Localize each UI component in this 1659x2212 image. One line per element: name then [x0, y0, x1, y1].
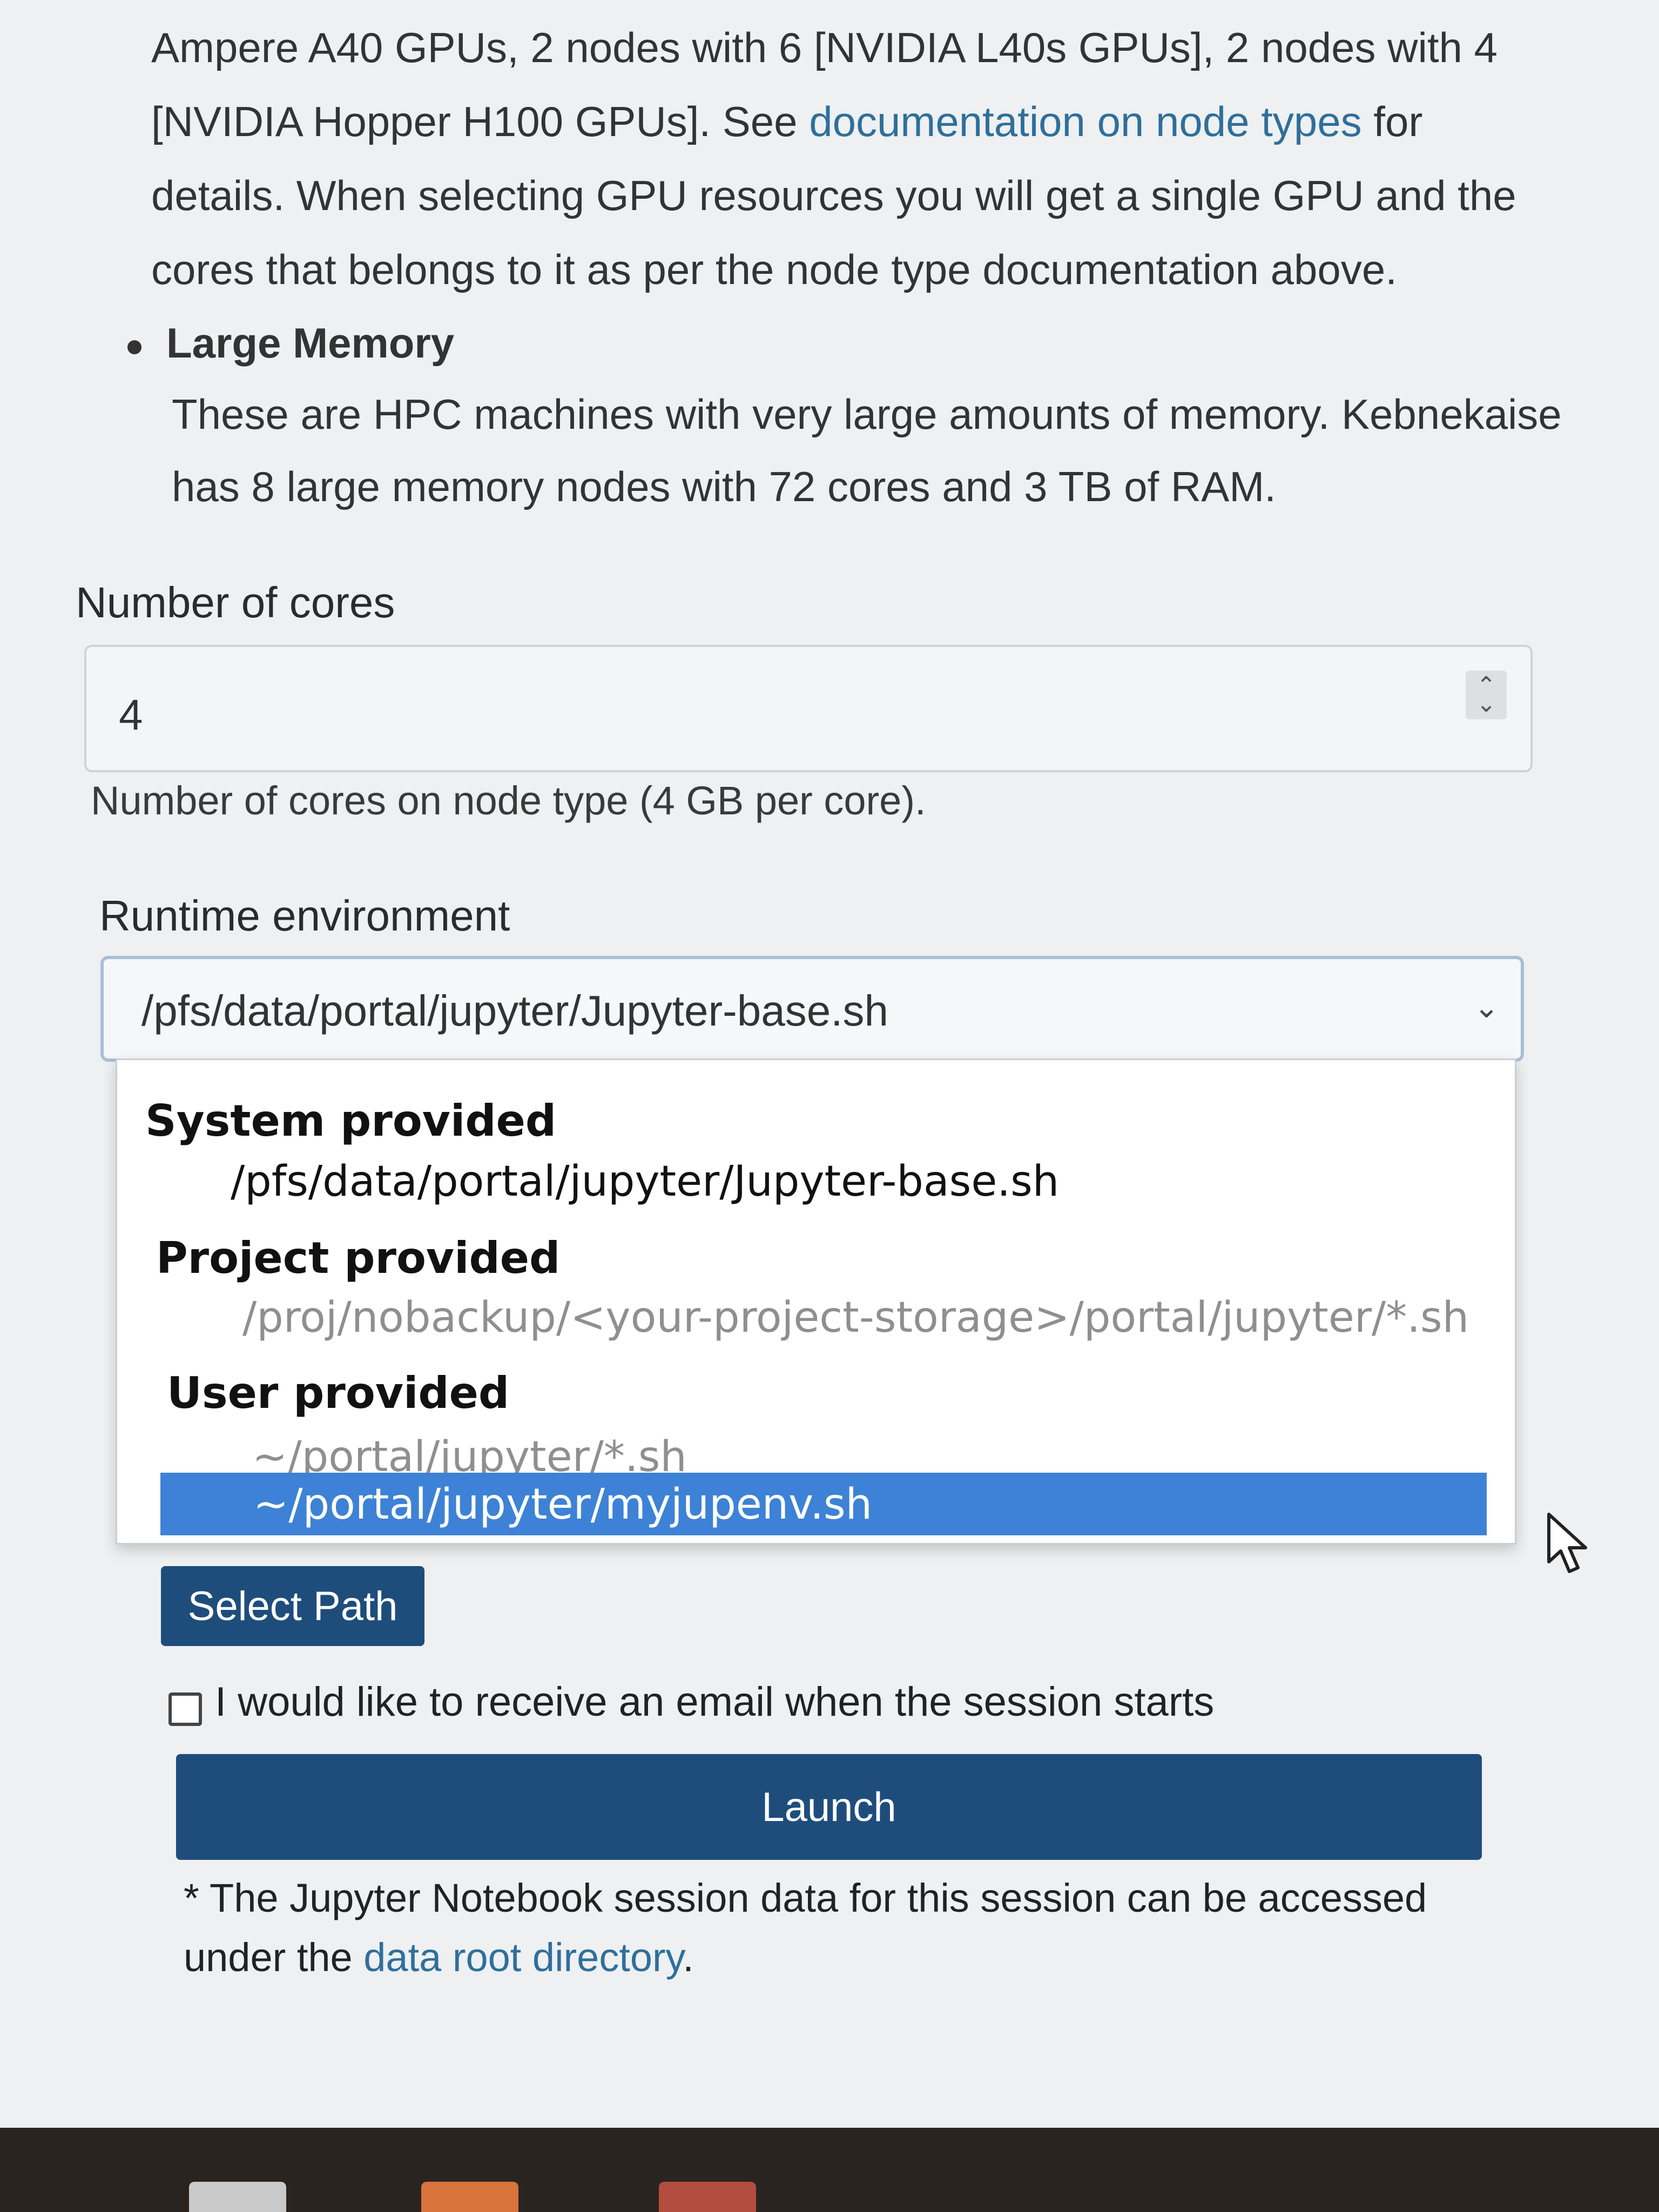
note-suffix: .: [683, 1935, 694, 1980]
runtime-dropdown-list: System provided /pfs/data/portal/jupyter…: [116, 1058, 1516, 1545]
runtime-select[interactable]: /pfs/data/portal/jupyter/Jupyter-base.sh…: [100, 956, 1524, 1062]
cores-input[interactable]: 4 ⌃ ⌄: [84, 645, 1533, 772]
bullet-icon: [127, 340, 141, 354]
group-user-provided: User provided: [167, 1368, 510, 1418]
mouse-cursor-icon: [1547, 1513, 1587, 1573]
cores-label: Number of cores: [76, 578, 395, 626]
email-checkbox[interactable]: [168, 1692, 202, 1726]
runtime-selected-value: /pfs/data/portal/jupyter/Jupyter-base.sh: [141, 987, 888, 1035]
runtime-label: Runtime environment: [99, 892, 510, 940]
spinner-down-icon[interactable]: ⌄: [1476, 692, 1496, 716]
cores-value: 4: [119, 691, 143, 739]
cores-help-text: Number of cores on node type (4 GB per c…: [91, 778, 926, 823]
taskbar-app-icon[interactable]: [659, 2182, 756, 2212]
group-project-provided: Project provided: [156, 1233, 561, 1283]
taskbar-app-icon[interactable]: [421, 2182, 518, 2212]
email-checkbox-label[interactable]: I would like to receive an email when th…: [215, 1678, 1214, 1725]
node-type-description: Ampere A40 GPUs, 2 nodes with 6 [NVIDIA …: [151, 11, 1566, 307]
large-memory-title: Large Memory: [166, 319, 455, 367]
option-system-jupyter-base[interactable]: /pfs/data/portal/jupyter/Jupyter-base.sh: [231, 1157, 1059, 1206]
option-user-myjupenv[interactable]: ~/portal/jupyter/myjupenv.sh: [160, 1473, 1487, 1535]
taskbar-app-icon[interactable]: [189, 2182, 286, 2212]
chevron-down-icon: ⌄: [1474, 990, 1499, 1024]
launch-button[interactable]: Launch: [176, 1754, 1482, 1860]
node-types-doc-link[interactable]: documentation on node types: [809, 98, 1361, 145]
page: Ampere A40 GPUs, 2 nodes with 6 [NVIDIA …: [0, 0, 1659, 2128]
group-system-provided: System provided: [145, 1096, 557, 1146]
option-project-scripts: /proj/nobackup/<your-project-storage>/po…: [242, 1293, 1469, 1342]
select-path-button[interactable]: Select Path: [161, 1566, 424, 1646]
session-data-note: * The Jupyter Notebook session data for …: [184, 1869, 1534, 1987]
data-root-directory-link[interactable]: data root directory: [363, 1935, 683, 1980]
cores-spinner[interactable]: ⌃ ⌄: [1466, 671, 1507, 719]
large-memory-description: These are HPC machines with very large a…: [172, 390, 1562, 510]
